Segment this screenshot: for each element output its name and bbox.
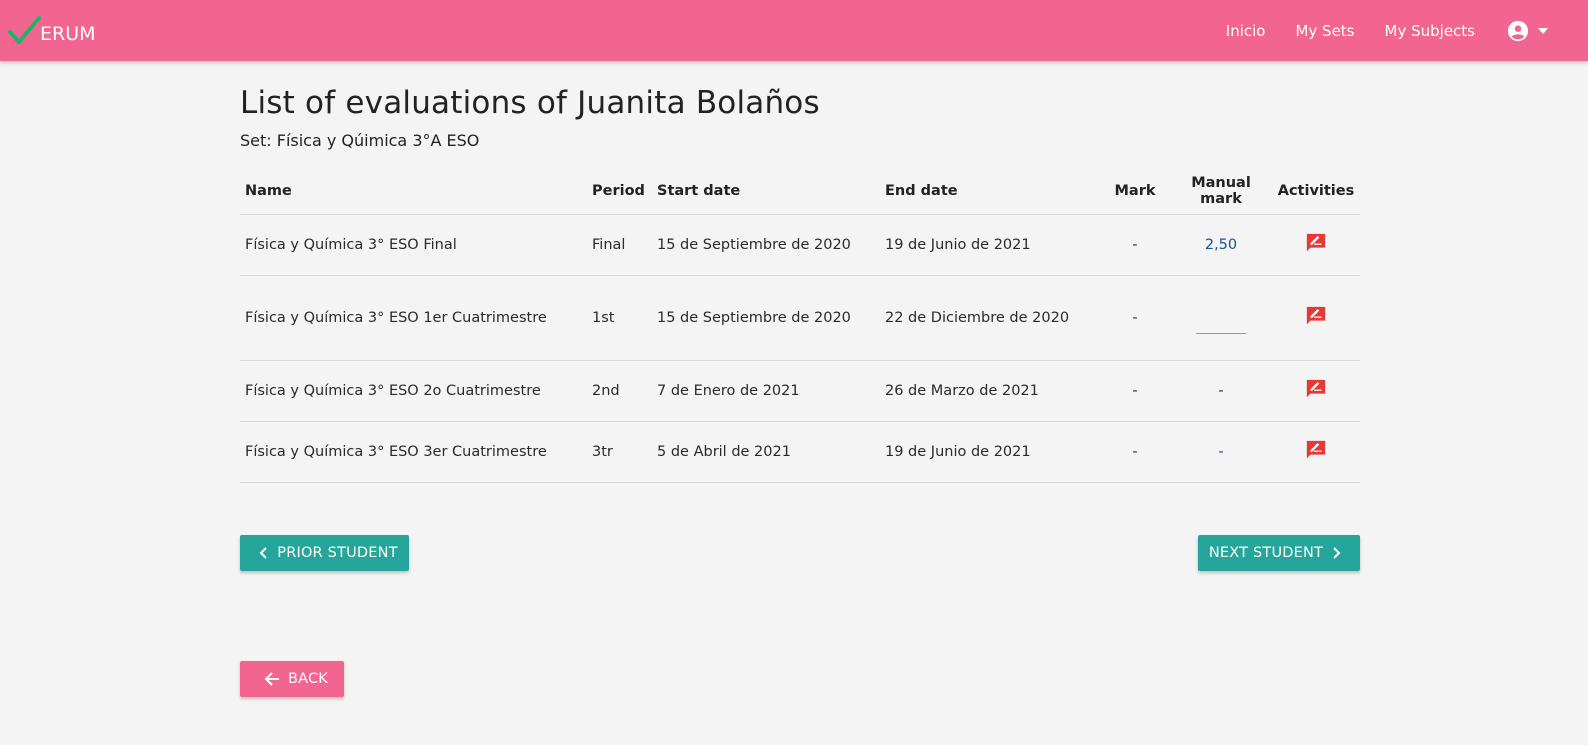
top-navbar: ERUM Inicio My Sets My Subjects [0, 0, 1588, 61]
evaluation-period: 3tr [587, 421, 652, 483]
arrow-left-icon [264, 672, 279, 686]
back-button[interactable]: BACK [240, 661, 344, 697]
table-row: Física y Química 3° ESO 3er Cuatrimestre… [240, 421, 1360, 483]
next-student-button[interactable]: NEXT STUDENT [1198, 535, 1360, 571]
rate-review-icon[interactable] [1305, 305, 1327, 331]
evaluation-name: Física y Química 3° ESO 3er Cuatrimestre [240, 421, 587, 483]
chevron-down-icon [1538, 27, 1548, 34]
evaluation-name: Física y Química 3° ESO 1er Cuatrimestre [240, 275, 587, 361]
column-header-name: Name [240, 168, 587, 215]
account-menu-button[interactable] [1507, 20, 1548, 42]
check-logo-icon [8, 16, 41, 44]
rate-review-icon[interactable] [1305, 439, 1327, 465]
chevron-left-icon [259, 547, 267, 559]
manual-mark-cell: 2,50 [1170, 214, 1272, 276]
evaluation-name: Física y Química 3° ESO 2o Cuatrimestre [240, 360, 587, 422]
evaluation-start-date: 7 de Enero de 2021 [652, 360, 880, 422]
table-row: Física y Química 3° ESO Final Final 15 d… [240, 214, 1360, 276]
nav-my-subjects[interactable]: My Subjects [1385, 22, 1475, 40]
evaluation-start-date: 5 de Abril de 2021 [652, 421, 880, 483]
column-header-end-date: End date [880, 168, 1100, 215]
column-header-mark: Mark [1100, 168, 1170, 215]
nav-inicio[interactable]: Inicio [1226, 22, 1266, 40]
rate-review-icon[interactable] [1305, 232, 1327, 258]
manual-mark-cell: - [1170, 360, 1272, 422]
manual-mark-cell: - [1170, 421, 1272, 483]
activities-cell [1272, 421, 1360, 483]
manual-mark-input[interactable] [1196, 333, 1246, 334]
evaluations-table: Name Period Start date End date Mark Man… [240, 168, 1360, 483]
account-circle-icon [1507, 20, 1529, 41]
evaluation-end-date: 19 de Junio de 2021 [880, 421, 1100, 483]
evaluation-period: 1st [587, 275, 652, 361]
evaluation-end-date: 19 de Junio de 2021 [880, 214, 1100, 276]
prior-student-button[interactable]: PRIOR STUDENT [240, 535, 409, 571]
page-title: List of evaluations of Juanita Bolaños [240, 85, 820, 121]
next-student-label: NEXT STUDENT [1208, 545, 1324, 561]
manual-mark-link[interactable]: 2,50 [1205, 237, 1237, 253]
manual-mark-cell [1170, 275, 1272, 361]
column-header-period: Period [587, 168, 652, 215]
evaluation-mark: - [1100, 214, 1170, 276]
evaluation-end-date: 26 de Marzo de 2021 [880, 360, 1100, 422]
evaluation-mark: - [1100, 275, 1170, 361]
evaluation-mark: - [1100, 421, 1170, 483]
column-header-manual-mark: Manual mark [1170, 168, 1272, 215]
nav-links: Inicio My Sets My Subjects [1196, 0, 1548, 61]
logo-text: ERUM [40, 23, 96, 45]
chevron-right-icon [1333, 547, 1341, 559]
manual-mark-link[interactable]: - [1218, 444, 1223, 460]
evaluation-start-date: 15 de Septiembre de 2020 [652, 275, 880, 361]
evaluation-period: 2nd [587, 360, 652, 422]
activities-cell [1272, 275, 1360, 361]
app-logo[interactable]: ERUM [8, 10, 96, 46]
rate-review-icon[interactable] [1305, 378, 1327, 404]
back-label: BACK [287, 671, 329, 687]
column-header-activities: Activities [1272, 168, 1360, 215]
table-header-row: Name Period Start date End date Mark Man… [240, 168, 1360, 215]
evaluation-name: Física y Química 3° ESO Final [240, 214, 587, 276]
evaluation-mark: - [1100, 360, 1170, 422]
evaluation-end-date: 22 de Diciembre de 2020 [880, 275, 1100, 361]
activities-cell [1272, 214, 1360, 276]
main-content: List of evaluations of Juanita Bolaños S… [240, 84, 1360, 483]
table-row: Física y Química 3° ESO 1er Cuatrimestre… [240, 275, 1360, 361]
page-subtitle: Set: Física y Qúimica 3°A ESO [240, 131, 480, 150]
evaluation-start-date: 15 de Septiembre de 2020 [652, 214, 880, 276]
activities-cell [1272, 360, 1360, 422]
table-row: Física y Química 3° ESO 2o Cuatrimestre … [240, 360, 1360, 422]
nav-my-sets[interactable]: My Sets [1295, 22, 1354, 40]
evaluation-period: Final [587, 214, 652, 276]
column-header-start-date: Start date [652, 168, 880, 215]
prior-student-label: PRIOR STUDENT [277, 545, 398, 561]
